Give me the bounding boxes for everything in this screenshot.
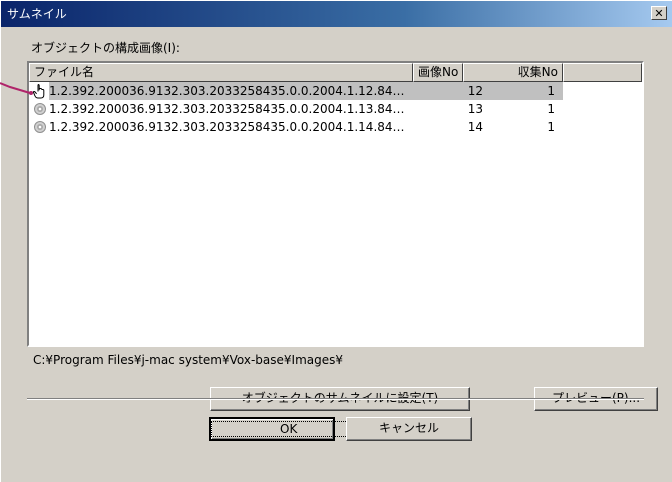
close-button[interactable]: ✕: [651, 6, 667, 20]
row-image-no: 12: [467, 84, 483, 98]
ok-label: OK: [211, 421, 367, 437]
annotation-pointer-icon: [0, 82, 33, 95]
cancel-label: キャンセル: [378, 421, 439, 435]
row-filename: 1.2.392.200036.9132.303.2033258435.0.0.2…: [49, 120, 411, 134]
gear-icon: [34, 121, 46, 133]
image-list-label: オブジェクトの構成画像(I):: [31, 41, 180, 55]
column-header-filename[interactable]: ファイル名: [29, 63, 413, 82]
title-bar[interactable]: サムネイル ✕: [1, 1, 672, 27]
table-row[interactable]: 1.2.392.200036.9132.303.2033258435.0.0.2…: [29, 100, 642, 118]
row-image-no: 13: [467, 102, 483, 116]
window-title: サムネイル: [7, 7, 67, 21]
table-row[interactable]: 1.2.392.200036.9132.303.2033258435.0.0.2…: [29, 82, 642, 100]
thumbnail-dialog: サムネイル ✕ オブジェクトの構成画像(I): ファイル名 画像No 収集No …: [0, 0, 672, 482]
row-collection-no: 1: [547, 120, 555, 134]
ok-button[interactable]: OK: [209, 417, 367, 441]
image-list[interactable]: ファイル名 画像No 収集No 1.2.392.200036.9132.303.…: [27, 61, 644, 347]
list-header: ファイル名 画像No 収集No: [29, 63, 642, 82]
row-filename: 1.2.392.200036.9132.303.2033258435.0.0.2…: [49, 84, 411, 98]
row-collection-no: 1: [547, 84, 555, 98]
close-icon: ✕: [654, 7, 664, 20]
list-rows: 1.2.392.200036.9132.303.2033258435.0.0.2…: [29, 82, 642, 136]
table-row[interactable]: 1.2.392.200036.9132.303.2033258435.0.0.2…: [29, 118, 642, 136]
separator: [27, 398, 644, 400]
cancel-button[interactable]: キャンセル: [346, 417, 472, 441]
image-folder-path: C:¥Program Files¥j-mac system¥Vox-base¥I…: [33, 353, 343, 367]
column-header-collection-no[interactable]: 収集No: [463, 63, 563, 82]
row-collection-no: 1: [547, 102, 555, 116]
row-image-no: 14: [467, 120, 483, 134]
column-header-filler: [563, 63, 642, 82]
column-header-image-no[interactable]: 画像No: [413, 63, 463, 82]
row-filename: 1.2.392.200036.9132.303.2033258435.0.0.2…: [49, 102, 411, 116]
